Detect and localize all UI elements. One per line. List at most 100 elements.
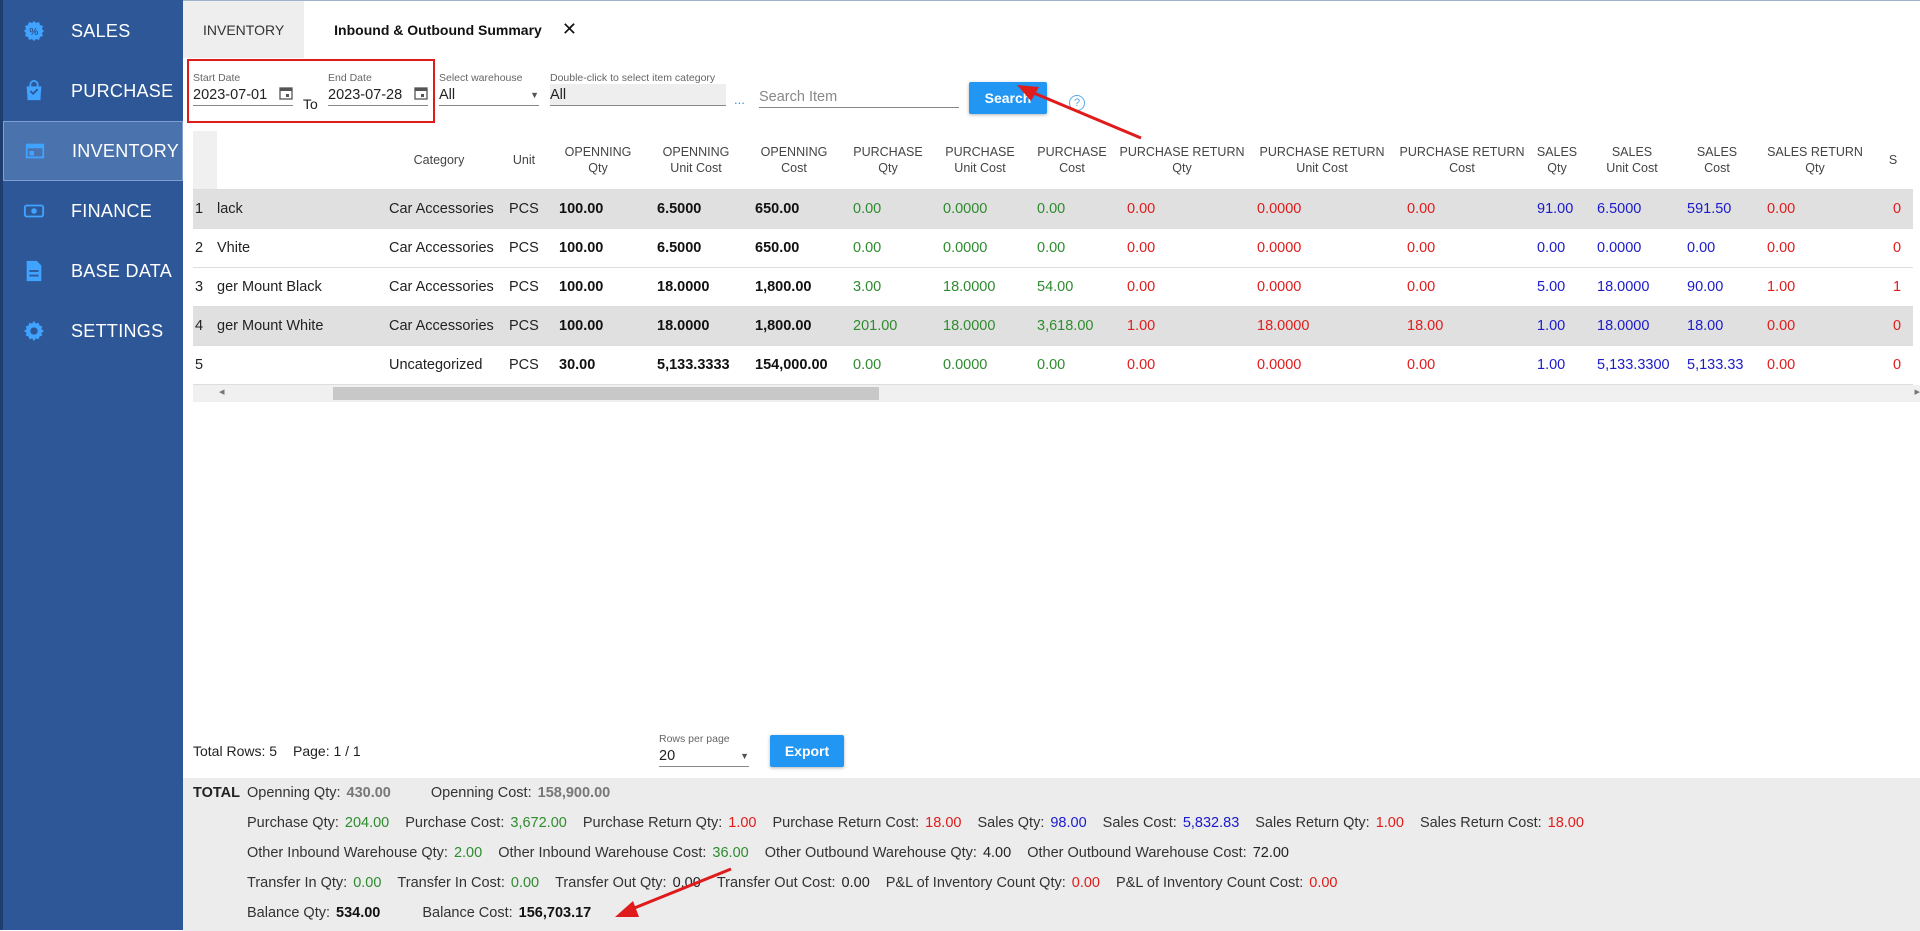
- warehouse-select[interactable]: Select warehouse All ▼: [439, 72, 539, 106]
- column-header[interactable]: SALES Cost: [1677, 131, 1757, 189]
- total-value: 18.00: [1547, 815, 1584, 831]
- scroll-right-icon[interactable]: ▸: [1914, 385, 1920, 398]
- table-cell: Uncategorized: [379, 345, 499, 385]
- tab-inbound-outbound-summary[interactable]: Inbound & Outbound Summary ✕: [304, 1, 597, 58]
- table-cell: 0.00: [1117, 228, 1247, 268]
- total-label: Balance Qty:: [247, 905, 331, 921]
- tab-inventory[interactable]: INVENTORY: [183, 1, 305, 58]
- table-row[interactable]: 2 Vhite Car Accessories PCS 100.00 6.5000 650.…: [193, 228, 1913, 268]
- total-label: Sales Return Cost:: [1419, 815, 1542, 831]
- scroll-left-icon[interactable]: ◂: [219, 385, 225, 398]
- total-item: Sales Return Qty: 1.00: [1255, 815, 1404, 831]
- column-header[interactable]: OPENNING Unit Cost: [647, 131, 745, 189]
- table-cell: 3: [193, 267, 217, 307]
- total-item: Purchase Return Qty: 1.00: [583, 815, 757, 831]
- table-row[interactable]: 3 ger Mount Black Car Accessories PCS 100.00…: [193, 267, 1913, 307]
- column-header[interactable]: SALES Qty: [1527, 131, 1587, 189]
- total-item: Other Outbound Warehouse Cost: 72.00: [1027, 845, 1289, 861]
- start-date-field[interactable]: Start Date 2023-07-01: [193, 72, 293, 106]
- column-header[interactable]: OPENNING Qty: [549, 131, 647, 189]
- table-cell: 18.0000: [647, 306, 745, 346]
- table-cell: 0.0000: [933, 189, 1027, 229]
- table-cell: Car Accessories: [379, 228, 499, 268]
- column-header[interactable]: Category: [379, 131, 499, 189]
- table-cell: ger Mount Black: [217, 267, 379, 307]
- horizontal-scrollbar[interactable]: ◂ ▸: [193, 385, 1920, 402]
- column-header[interactable]: PURCHASE Qty: [843, 131, 933, 189]
- sidebar-item-sales[interactable]: % SALES: [3, 1, 183, 61]
- table-row[interactable]: 4 ger Mount White Car Accessories PCS 100.00…: [193, 306, 1913, 346]
- table-cell: 0.0000: [1247, 189, 1397, 229]
- total-value: 156,703.17: [518, 905, 592, 921]
- table-cell: 100.00: [549, 306, 647, 346]
- column-header[interactable]: PURCHASE Cost: [1027, 131, 1117, 189]
- total-label: Other Inbound Warehouse Cost:: [498, 845, 707, 861]
- search-button[interactable]: Search: [969, 82, 1047, 114]
- table-cell: 5,133.3300: [1587, 345, 1677, 385]
- category-picker-button[interactable]: ...: [734, 92, 745, 107]
- sidebar-item-label: SETTINGS: [71, 320, 164, 341]
- table-cell: 18.0000: [933, 267, 1027, 307]
- totals-row-trade: Purchase Qty: 204.00 Purchase Cost: 3,672.0…: [247, 815, 1600, 831]
- close-icon[interactable]: ✕: [562, 19, 577, 40]
- total-label: Transfer Out Cost:: [716, 875, 836, 891]
- table-cell: 1: [193, 189, 217, 229]
- calendar-icon[interactable]: [279, 86, 293, 104]
- total-label: Other Inbound Warehouse Qty:: [247, 845, 448, 861]
- totals-row-opening: Openning Qty: 430.00 Openning Cost: 158,900…: [247, 785, 626, 801]
- table-cell: 0.0000: [1587, 228, 1677, 268]
- column-header-name[interactable]: [217, 131, 379, 189]
- item-category-field[interactable]: Double-click to select item category All: [550, 72, 726, 106]
- total-value: 0.00: [353, 875, 382, 891]
- total-value: 4.00: [982, 845, 1012, 861]
- column-header[interactable]: SALES RETURN Qty: [1757, 131, 1873, 189]
- sidebar-item-finance[interactable]: FINANCE: [3, 181, 183, 241]
- column-header[interactable]: OPENNING Cost: [745, 131, 843, 189]
- column-header[interactable]: PURCHASE RETURN Qty: [1117, 131, 1247, 189]
- money-icon: [21, 198, 47, 224]
- end-date-field[interactable]: End Date 2023-07-28: [328, 72, 428, 106]
- table-cell: 2: [193, 228, 217, 268]
- column-header[interactable]: PURCHASE RETURN Cost: [1397, 131, 1527, 189]
- column-header[interactable]: SALES Unit Cost: [1587, 131, 1677, 189]
- help-icon[interactable]: ?: [1069, 95, 1085, 111]
- table-cell: 0.00: [843, 345, 933, 385]
- sidebar-item-purchase[interactable]: PURCHASE: [3, 61, 183, 121]
- search-item-field[interactable]: Search Item: [759, 86, 959, 108]
- table-cell: 3.00: [843, 267, 933, 307]
- sidebar-item-settings[interactable]: SETTINGS: [3, 301, 183, 361]
- column-header[interactable]: Unit: [499, 131, 549, 189]
- total-value: 204.00: [344, 815, 390, 831]
- total-item: Openning Qty: 430.00: [247, 785, 391, 801]
- total-label: Openning Qty:: [247, 785, 341, 801]
- table-cell: 5,133.33: [1677, 345, 1757, 385]
- table-row[interactable]: 1 lack Car Accessories PCS 100.00 6.5000 650.0…: [193, 189, 1913, 229]
- table-cell: ger Mount White: [217, 306, 379, 346]
- warehouse-label: Select warehouse: [439, 72, 523, 84]
- total-value: 0.00: [510, 875, 540, 891]
- table-cell: 0.00: [1117, 267, 1247, 307]
- export-button[interactable]: Export: [770, 735, 844, 767]
- category-label: Double-click to select item category: [550, 72, 716, 84]
- table-cell: 18.0000: [933, 306, 1027, 346]
- scrollbar-thumb[interactable]: [333, 387, 879, 400]
- search-item-input[interactable]: Search Item: [759, 86, 959, 108]
- table-cell: 100.00: [549, 228, 647, 268]
- calendar-icon[interactable]: [414, 86, 428, 104]
- total-item: Balance Qty: 534.00: [247, 905, 380, 921]
- table-row[interactable]: 5 Uncategorized PCS 30.00 5,133.3333 154,000.…: [193, 345, 1913, 385]
- total-label: Purchase Qty:: [247, 815, 339, 831]
- table-cell: Car Accessories: [379, 306, 499, 346]
- tab-label: INVENTORY: [203, 21, 285, 38]
- table-cell: 0.0000: [933, 345, 1027, 385]
- sidebar-item-label: BASE DATA: [71, 260, 173, 281]
- column-header[interactable]: PURCHASE RETURN Unit Cost: [1247, 131, 1397, 189]
- table-cell: 0.00: [1527, 228, 1587, 268]
- rows-per-page-select[interactable]: Rows per page 20 ▼: [659, 733, 749, 767]
- total-value: 1.00: [1375, 815, 1404, 831]
- sidebar-item-base-data[interactable]: BASE DATA: [3, 241, 183, 301]
- column-header[interactable]: PURCHASE Unit Cost: [933, 131, 1027, 189]
- sidebar-item-inventory[interactable]: INVENTORY: [3, 121, 183, 181]
- column-header[interactable]: S: [1873, 131, 1913, 189]
- total-label: Purchase Return Cost:: [772, 815, 920, 831]
